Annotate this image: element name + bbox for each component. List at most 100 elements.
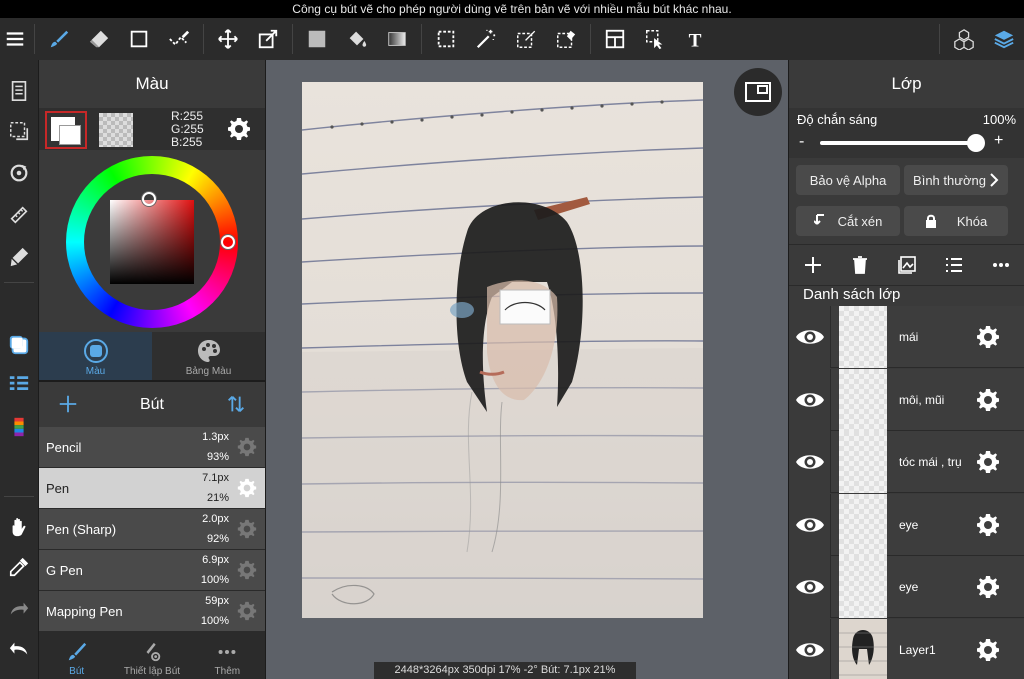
gear-icon[interactable] — [237, 560, 257, 580]
layer-row[interactable]: Layer1 — [789, 618, 1024, 679]
gear-icon[interactable] — [976, 575, 1000, 599]
toolbar-divider — [590, 24, 591, 54]
layer-visibility-toggle[interactable] — [789, 618, 831, 679]
color-panel-toggle-icon[interactable] — [0, 328, 38, 362]
brush-panel-header: Bút — [39, 382, 265, 427]
frame-divider-icon[interactable] — [595, 18, 635, 60]
select-pen-icon[interactable] — [506, 18, 546, 60]
brush-row[interactable]: Pencil 1.3px 93% — [39, 427, 265, 468]
gear-icon[interactable] — [976, 325, 1000, 349]
opacity-value: 100% — [982, 112, 1016, 127]
brush-opacity: 21% — [206, 492, 229, 504]
rectangle-tool-icon[interactable] — [119, 18, 159, 60]
undo-icon[interactable] — [0, 632, 38, 666]
opacity-slider[interactable] — [820, 141, 977, 145]
brush-row[interactable]: Mapping Pen 59px 100% — [39, 591, 265, 632]
tab-more[interactable]: Thêm — [190, 631, 265, 679]
pen-pressure-icon[interactable] — [0, 240, 38, 274]
tab-brush[interactable]: Bút — [39, 631, 114, 679]
layer-visibility-toggle[interactable] — [789, 556, 831, 618]
eye-icon — [795, 517, 824, 532]
add-image-layer-icon[interactable] — [897, 255, 917, 275]
gear-icon[interactable] — [976, 638, 1000, 662]
redo-icon[interactable] — [0, 592, 38, 626]
brush-list: Pencil 1.3px 93% Pen 7.1px 21% Pen (Sharp) 2.0p… — [39, 427, 265, 632]
select-eraser-icon[interactable] — [546, 18, 586, 60]
alpha-protect-button[interactable]: Bảo vệ Alpha — [796, 165, 900, 195]
brush-row[interactable]: G Pen 6.9px 100% — [39, 550, 265, 591]
move-tool-icon[interactable] — [208, 18, 248, 60]
layer-row[interactable]: eye — [789, 493, 1024, 556]
layer-visibility-toggle[interactable] — [789, 306, 831, 368]
brush-tool-icon[interactable] — [39, 18, 79, 60]
tab-brush-settings[interactable]: Thiết lập Bút — [114, 631, 189, 679]
magic-wand-icon[interactable] — [466, 18, 506, 60]
add-brush-icon[interactable] — [57, 393, 79, 415]
opacity-decrease-button[interactable]: - — [799, 133, 804, 151]
correction-tool-icon[interactable] — [159, 18, 199, 60]
rail-divider — [4, 496, 34, 497]
gear-icon[interactable] — [976, 450, 1000, 474]
brush-row[interactable]: Pen (Sharp) 2.0px 92% — [39, 509, 265, 550]
canvas-area[interactable]: 2448*3264px 350dpi 17% -2° Bút: 7.1px 21… — [266, 60, 788, 679]
saturation-value-square[interactable] — [110, 200, 194, 284]
gear-icon[interactable] — [237, 478, 257, 498]
select-tool-icon[interactable] — [426, 18, 466, 60]
gear-icon[interactable] — [237, 601, 257, 621]
rotate-canvas-icon[interactable] — [0, 156, 38, 190]
canvas-status-bar: 2448*3264px 350dpi 17% -2° Bút: 7.1px 21… — [374, 662, 636, 679]
add-layer-icon[interactable] — [803, 255, 823, 275]
layer-list-icon[interactable] — [944, 255, 964, 275]
foreground-color-swatch[interactable] — [45, 111, 87, 149]
bucket-tool-icon[interactable] — [337, 18, 377, 60]
transparent-color-swatch[interactable] — [99, 113, 133, 147]
opacity-increase-button[interactable]: + — [994, 132, 1003, 150]
gear-icon[interactable] — [237, 437, 257, 457]
fill-rect-tool-icon[interactable] — [297, 18, 337, 60]
artwork-canvas[interactable] — [302, 82, 703, 618]
gear-icon[interactable] — [976, 388, 1000, 412]
brush-row[interactable]: Pen 7.1px 21% — [39, 468, 265, 509]
lock-button[interactable]: Khóa — [904, 206, 1008, 236]
blend-mode-button[interactable]: Bình thường — [904, 165, 1008, 195]
gear-icon[interactable] — [976, 513, 1000, 537]
gear-icon[interactable] — [227, 117, 251, 141]
eraser-tool-icon[interactable] — [79, 18, 119, 60]
tab-palette[interactable]: Bảng Màu — [152, 332, 265, 380]
layer-row[interactable]: mái — [789, 306, 1024, 368]
transform-tool-icon[interactable] — [248, 18, 288, 60]
more-icon — [218, 649, 236, 655]
menu-icon[interactable] — [0, 18, 30, 60]
clipping-button[interactable]: Cắt xén — [796, 206, 900, 236]
layer-visibility-toggle[interactable] — [789, 493, 831, 556]
selection-layer-icon[interactable] — [0, 114, 38, 148]
more-icon[interactable] — [991, 255, 1011, 275]
color-wheel[interactable] — [66, 156, 238, 328]
sv-cursor[interactable] — [142, 192, 156, 206]
materials-icon[interactable] — [944, 18, 984, 60]
operation-tool-icon[interactable] — [635, 18, 675, 60]
layers-toggle-icon[interactable] — [984, 18, 1024, 60]
pages-icon[interactable] — [0, 74, 38, 108]
layer-row[interactable]: môi, mũi — [789, 368, 1024, 431]
hand-tool-icon[interactable] — [0, 510, 38, 544]
eyedropper-icon[interactable] — [0, 550, 38, 584]
gear-icon[interactable] — [237, 519, 257, 539]
gradient-tool-icon[interactable] — [377, 18, 417, 60]
sort-icon[interactable] — [225, 393, 247, 415]
color-palette-toggle-icon[interactable] — [0, 410, 38, 444]
layer-visibility-toggle[interactable] — [789, 431, 831, 493]
layers-panel-title: Lớp — [891, 74, 922, 93]
layer-row[interactable]: eye — [789, 556, 1024, 618]
layer-list-title: Danh sách lớp — [803, 286, 901, 303]
navigator-button[interactable] — [734, 68, 782, 116]
hue-cursor[interactable] — [221, 235, 235, 249]
text-tool-icon[interactable]: T — [675, 18, 715, 60]
tab-color[interactable]: Màu — [39, 332, 152, 380]
layer-visibility-toggle[interactable] — [789, 368, 831, 431]
layer-row[interactable]: tóc mái , trụ — [789, 431, 1024, 493]
brush-list-toggle-icon[interactable] — [0, 368, 38, 402]
trash-icon[interactable] — [850, 255, 870, 275]
ruler-icon[interactable] — [0, 198, 38, 232]
opacity-slider-handle[interactable] — [967, 134, 985, 152]
